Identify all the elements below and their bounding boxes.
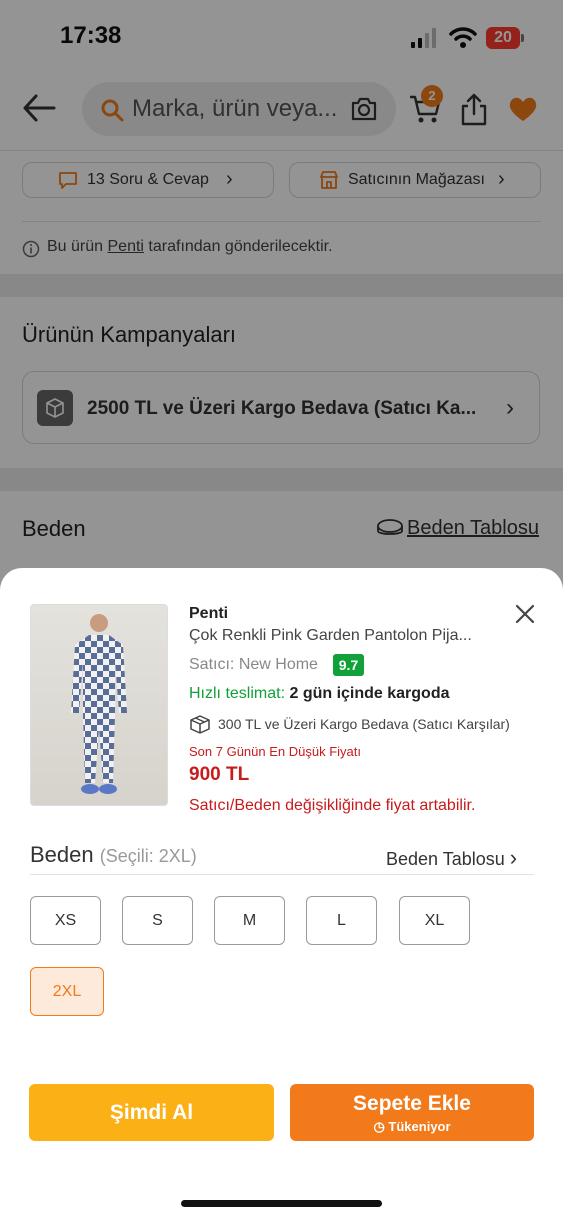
clock-icon: ◷ <box>373 1119 385 1134</box>
size-heading: Beden (Seçili: 2XL) <box>30 842 197 868</box>
product-name: Çok Renkli Pink Garden Pantolon Pija... <box>189 627 472 644</box>
package-icon <box>190 715 210 734</box>
buy-now-button[interactable]: Şimdi Al <box>29 1084 274 1141</box>
stock-status: ◷ Tükeniyor <box>290 1119 534 1135</box>
size-table-label: Beden Tablosu <box>386 849 505 869</box>
seller-name[interactable]: New Home <box>239 656 318 673</box>
lowest-price-label: Son 7 Günün En Düşük Fiyatı <box>189 744 361 759</box>
size-divider <box>30 874 534 875</box>
size-table-link[interactable]: Beden Tablosu › <box>386 845 517 871</box>
size-title: Beden <box>30 842 94 867</box>
product-price: 900 TL <box>189 764 250 785</box>
size-option-2xl[interactable]: 2XL <box>30 967 104 1016</box>
size-option-xs[interactable]: XS <box>30 896 101 945</box>
seller-label: Satıcı: <box>189 656 235 673</box>
add-to-cart-button[interactable]: Sepete Ekle ◷ Tükeniyor <box>290 1084 534 1141</box>
chevron-right-icon: › <box>509 845 518 870</box>
fast-delivery-info: Hızlı teslimat: 2 gün içinde kargoda <box>189 685 450 703</box>
price-warning: Satıcı/Beden değişikliğinde fiyat artabi… <box>189 797 476 814</box>
pajama-figure-illustration <box>71 614 127 794</box>
add-to-cart-label: Sepete Ekle <box>353 1092 471 1115</box>
fast-delivery-label: Hızlı teslimat: <box>189 685 286 702</box>
close-icon[interactable] <box>515 604 535 624</box>
size-option-l[interactable]: L <box>306 896 377 945</box>
product-image <box>30 604 168 806</box>
product-brand: Penti <box>189 605 229 622</box>
home-indicator <box>181 1200 382 1207</box>
seller-score-badge: 9.7 <box>333 654 364 676</box>
size-option-xl[interactable]: XL <box>399 896 470 945</box>
size-option-m[interactable]: M <box>214 896 285 945</box>
fast-delivery-value: 2 gün içinde kargoda <box>289 685 450 702</box>
shipping-note: 300 TL ve Üzeri Kargo Bedava (Satıcı Kar… <box>218 716 510 732</box>
seller-info: Satıcı: New Home <box>189 656 318 674</box>
size-option-s[interactable]: S <box>122 896 193 945</box>
size-selected: (Seçili: 2XL) <box>99 846 197 866</box>
stock-status-text: Tükeniyor <box>388 1119 451 1134</box>
